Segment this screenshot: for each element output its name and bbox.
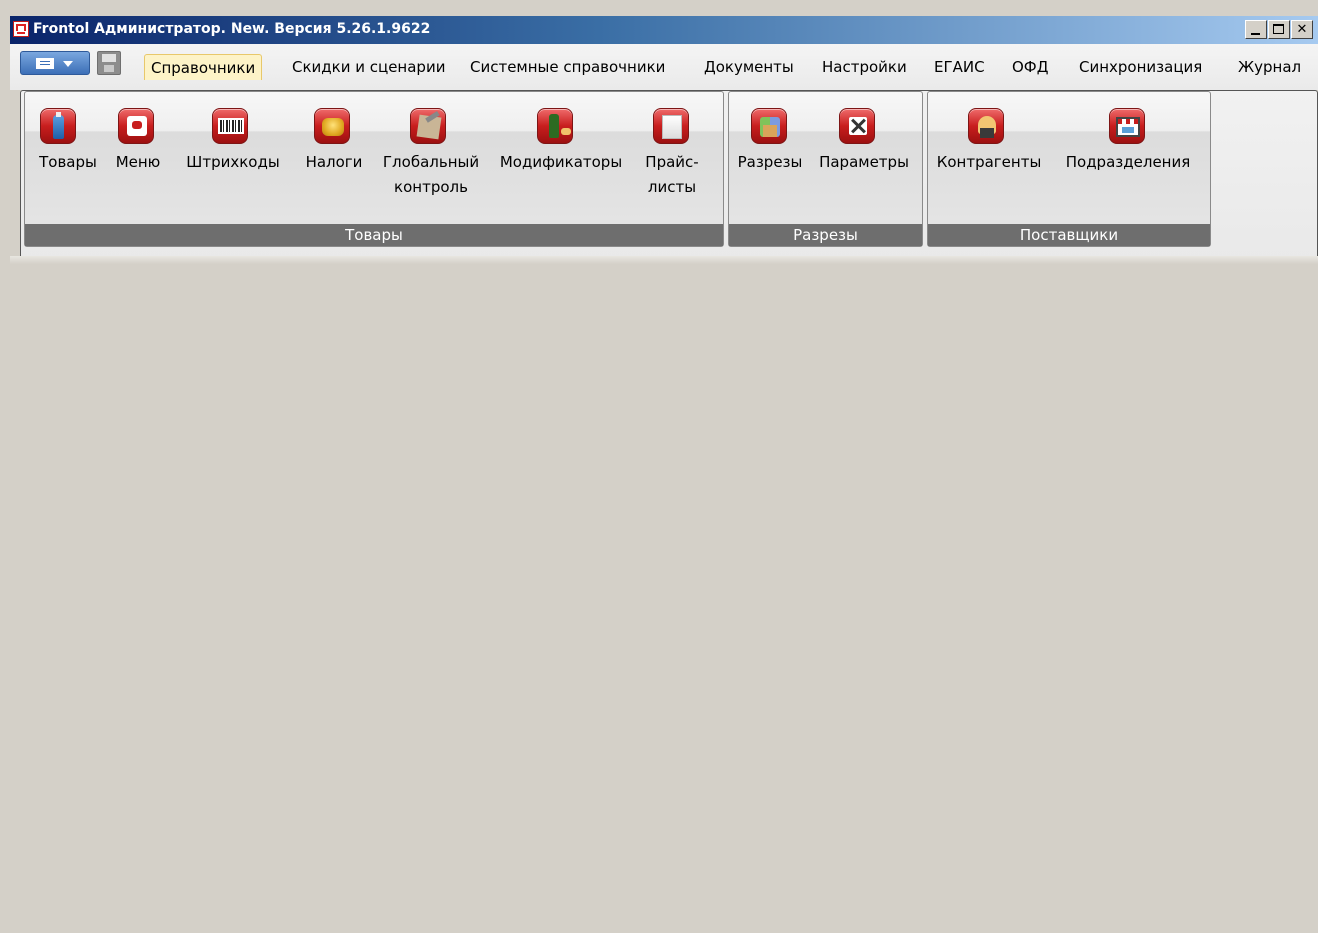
cubes-icon (751, 108, 787, 144)
tab-settings[interactable]: Настройки (816, 54, 913, 80)
ribbon-group-sections: Разрезы Параметры Разрезы (728, 91, 923, 247)
menu-list-icon (36, 58, 54, 69)
barcodes-label: Штрихкоды (186, 153, 280, 171)
application-menu-button[interactable] (20, 51, 90, 75)
menu-book-icon (118, 108, 154, 144)
tab-system-directories[interactable]: Системные справочники (464, 54, 671, 80)
tab-documents[interactable]: Документы (698, 54, 800, 80)
box-tools-icon (410, 108, 446, 144)
sections-label: Разрезы (737, 153, 803, 171)
tab-ofd[interactable]: ОФД (1006, 54, 1054, 80)
group-label-sections: Разрезы (729, 224, 922, 246)
global-control-label: Глобальный контроль (382, 153, 480, 196)
group-label-goods: Товары (25, 224, 723, 246)
minimize-button[interactable] (1245, 20, 1267, 39)
maximize-button[interactable] (1268, 20, 1290, 39)
ribbon-panel: Товары Меню Штрихкоды Налоги Глобальный … (20, 90, 1318, 262)
price-lists-label: Прайс- листы (645, 153, 699, 196)
tab-journal[interactable]: Журнал (1232, 54, 1307, 80)
tab-spravochniki[interactable]: Справочники (144, 54, 263, 80)
ribbon-shadow (10, 256, 1318, 264)
tab-discounts-scenarios[interactable]: Скидки и сценарии (286, 54, 451, 80)
subdivisions-label: Подразделения (1065, 153, 1191, 171)
workspace-area (10, 264, 1318, 933)
tab-egais[interactable]: ЕГАИС (928, 54, 991, 80)
group-label-suppliers: Поставщики (928, 224, 1210, 246)
chevron-down-icon (63, 61, 73, 67)
ribbon-tab-bar: Справочники Скидки и сценарии Системные … (10, 44, 1318, 90)
worker-icon (968, 108, 1004, 144)
title-bar[interactable]: Frontol Администратор. New. Версия 5.26.… (10, 16, 1318, 44)
shop-icon (1109, 108, 1145, 144)
goods-label: Товары (39, 153, 97, 171)
modifiers-label: Модификаторы (499, 153, 623, 171)
parameters-label: Параметры (819, 153, 909, 171)
window-title: Frontol Администратор. New. Версия 5.26.… (33, 21, 431, 37)
tab-synchronization[interactable]: Синхронизация (1073, 54, 1208, 80)
ribbon-group-goods: Товары Меню Штрихкоды Налоги Глобальный … (24, 91, 724, 247)
tools-icon (839, 108, 875, 144)
counterparties-label: Контрагенты (936, 153, 1042, 171)
coins-icon (314, 108, 350, 144)
wine-bottle-icon (537, 108, 573, 144)
close-button[interactable]: ✕ (1291, 20, 1313, 39)
main-window: Frontol Администратор. New. Версия 5.26.… (10, 16, 1318, 933)
menu-label: Меню (115, 153, 161, 171)
frontol-app-icon[interactable] (13, 21, 29, 37)
ribbon-group-suppliers: Контрагенты Подразделения Поставщики (927, 91, 1211, 247)
bottle-icon (40, 108, 76, 144)
price-list-icon (653, 108, 689, 144)
barcode-icon (212, 108, 248, 144)
taxes-label: Налоги (305, 153, 363, 171)
save-button[interactable] (97, 51, 121, 75)
